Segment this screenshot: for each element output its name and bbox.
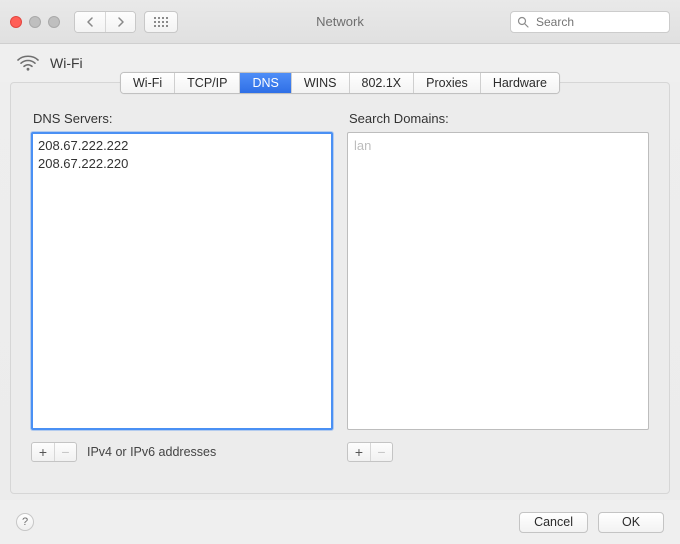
tab-wi-fi[interactable]: Wi-Fi <box>121 73 174 93</box>
search-domains-column: Search Domains: lan + − <box>347 111 649 462</box>
dns-servers-remove-button[interactable]: − <box>54 443 76 461</box>
dns-server-entry[interactable]: 208.67.222.222 <box>38 137 326 155</box>
titlebar: Network <box>0 0 680 44</box>
cancel-button[interactable]: Cancel <box>519 512 588 533</box>
nav-group <box>74 11 136 33</box>
window-zoom-button[interactable] <box>48 16 60 28</box>
grid-icon <box>154 17 168 27</box>
search-icon <box>517 16 529 28</box>
search-domains-add-button[interactable]: + <box>348 443 370 461</box>
tab-proxies[interactable]: Proxies <box>413 73 480 93</box>
tab-wins[interactable]: WINS <box>291 73 349 93</box>
tab-tcp-ip[interactable]: TCP/IP <box>174 73 239 93</box>
footer: ? Cancel OK <box>0 500 680 544</box>
dns-server-entry[interactable]: 208.67.222.220 <box>38 155 326 173</box>
dns-servers-add-button[interactable]: + <box>32 443 54 461</box>
dns-servers-pm-group: + − <box>31 442 77 462</box>
search-domains-placeholder: lan <box>354 137 642 155</box>
tabs: Wi-FiTCP/IPDNSWINS802.1XProxiesHardware <box>11 72 669 94</box>
dns-hint: IPv4 or IPv6 addresses <box>87 445 216 459</box>
search-domains-remove-button[interactable]: − <box>370 443 392 461</box>
dns-servers-label: DNS Servers: <box>33 111 333 126</box>
tab-dns[interactable]: DNS <box>239 73 290 93</box>
window-close-button[interactable] <box>10 16 22 28</box>
show-all-button[interactable] <box>144 11 178 33</box>
dns-servers-listbox[interactable]: 208.67.222.222208.67.222.220 <box>31 132 333 430</box>
tab-hardware[interactable]: Hardware <box>480 73 559 93</box>
tab-802-1x[interactable]: 802.1X <box>349 73 414 93</box>
dns-servers-column: DNS Servers: 208.67.222.222208.67.222.22… <box>31 111 333 462</box>
search-domains-pm-group: + − <box>347 442 393 462</box>
search-domains-label: Search Domains: <box>349 111 649 126</box>
content-panel: Wi-FiTCP/IPDNSWINS802.1XProxiesHardware … <box>10 82 670 494</box>
chevron-right-icon <box>117 17 125 27</box>
nav-back-button[interactable] <box>75 12 105 32</box>
help-button[interactable]: ? <box>16 513 34 531</box>
wifi-icon <box>16 54 40 72</box>
search-domains-listbox[interactable]: lan <box>347 132 649 430</box>
nav-forward-button[interactable] <box>105 12 135 32</box>
search-field[interactable] <box>510 11 670 33</box>
traffic-lights <box>10 16 60 28</box>
window-minimize-button[interactable] <box>29 16 41 28</box>
search-input[interactable] <box>534 14 663 30</box>
chevron-left-icon <box>86 17 94 27</box>
interface-name: Wi-Fi <box>50 55 83 71</box>
ok-button[interactable]: OK <box>598 512 664 533</box>
